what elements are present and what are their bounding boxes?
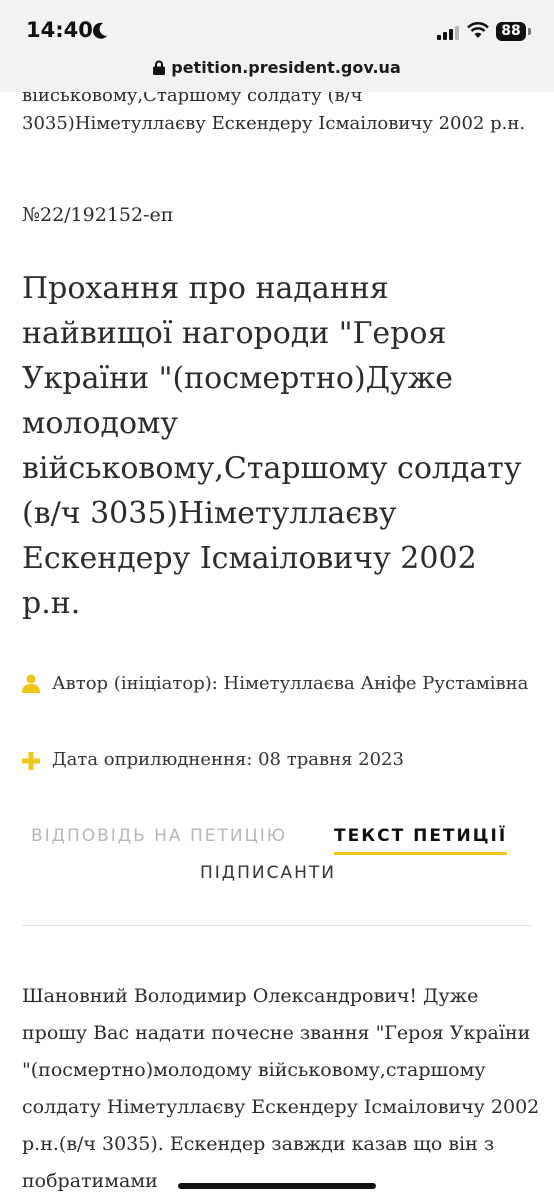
petition-number: №22/192152-еп [22,204,174,226]
battery-cap [528,28,531,35]
home-indicator[interactable] [178,1183,376,1189]
tab-petition-text[interactable]: ТЕКСТ ПЕТИЦІЇ [334,826,508,855]
date-text: Дата оприлюднення: 08 травня 2023 [52,749,404,770]
petition-page: військовому,Старшому солдату (в/ч 3035)Н… [0,0,554,1200]
tab-answer[interactable]: ВІДПОВІДЬ НА ПЕТИЦІЮ [31,826,287,846]
user-icon [22,674,40,699]
browser-top-bar: 14:40 88 petition.president.gov.ua [0,0,554,92]
petition-title: Прохання про надання найвищої нагороди "… [22,271,522,621]
wifi-icon [467,22,489,43]
status-time: 14:40 [26,18,93,42]
lock-icon [153,60,166,79]
divider [22,925,532,926]
status-bar: 14:40 88 [0,0,554,58]
plus-icon [22,752,40,775]
tab-signers[interactable]: ПІДПИСАНТИ [200,863,336,883]
cellular-signal-icon [437,25,459,44]
url-text: petition.president.gov.ua [171,58,401,77]
battery-indicator: 88 [496,22,526,41]
author-text: Автор (ініціатор): Німетуллаєва Аніфе Ру… [52,673,529,694]
petition-body: Шановний Володимир Олександрович! Дуже п… [22,985,540,1192]
moon-icon [92,22,108,44]
address-bar[interactable]: petition.president.gov.ua [0,58,554,79]
